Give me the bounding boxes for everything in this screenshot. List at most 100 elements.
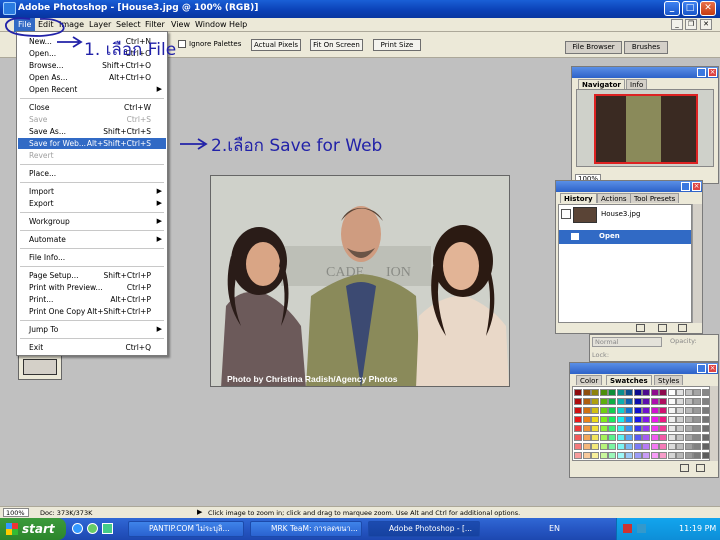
color-swatch[interactable] [693, 434, 701, 441]
color-swatch[interactable] [684, 398, 693, 405]
color-swatch[interactable] [616, 416, 625, 423]
color-swatch[interactable] [642, 452, 650, 459]
color-swatch[interactable] [684, 434, 693, 441]
color-swatch[interactable] [599, 389, 608, 396]
file-browser-tab[interactable]: File Browser [565, 41, 622, 54]
color-swatch[interactable] [582, 389, 591, 396]
menu-view[interactable]: View [171, 20, 190, 29]
color-swatch[interactable] [616, 389, 625, 396]
color-swatch[interactable] [574, 389, 582, 396]
palette-titlebar[interactable]: × [570, 363, 718, 374]
color-swatch[interactable] [625, 389, 633, 396]
color-swatch[interactable] [676, 434, 684, 441]
history-scrollbar[interactable] [692, 204, 702, 323]
color-swatch[interactable] [633, 425, 642, 432]
menu-item-exit[interactable]: Exit Ctrl+Q [18, 342, 166, 353]
task-mrk-team[interactable]: MRK TeaM: การลดขนา... [250, 521, 362, 537]
color-swatch[interactable] [608, 425, 616, 432]
tab-info[interactable]: Info [626, 79, 648, 89]
color-swatch[interactable] [625, 425, 633, 432]
color-swatch[interactable] [582, 452, 591, 459]
palette-close-button[interactable]: × [708, 364, 717, 373]
palette-titlebar[interactable]: × [572, 67, 718, 78]
color-swatch[interactable] [701, 398, 710, 405]
menu-item-workgroup[interactable]: Workgroup ▶ [18, 216, 166, 227]
tab-navigator[interactable]: Navigator [578, 79, 625, 89]
color-swatch[interactable] [650, 416, 659, 423]
color-swatch[interactable] [659, 407, 667, 414]
color-swatch[interactable] [650, 398, 659, 405]
color-swatch[interactable] [659, 443, 667, 450]
color-swatch[interactable] [574, 407, 582, 414]
color-swatch[interactable] [676, 425, 684, 432]
color-swatch[interactable] [616, 407, 625, 414]
blend-mode-select[interactable]: Normal [592, 337, 662, 347]
quicklaunch-desktop-icon[interactable] [102, 523, 113, 534]
color-swatch[interactable] [650, 425, 659, 432]
color-swatch[interactable] [667, 407, 676, 414]
color-swatch[interactable] [633, 443, 642, 450]
actual-pixels-button[interactable]: Actual Pixels [251, 39, 301, 51]
color-swatch[interactable] [616, 425, 625, 432]
menu-filter[interactable]: Filter [145, 20, 165, 29]
doc-minimize-button[interactable]: _ [671, 19, 683, 30]
color-swatch[interactable] [650, 434, 659, 441]
color-swatch[interactable] [582, 398, 591, 405]
color-swatch[interactable] [659, 398, 667, 405]
color-swatch[interactable] [642, 398, 650, 405]
minimize-button[interactable]: _ [664, 1, 680, 16]
color-swatch[interactable] [701, 407, 710, 414]
color-swatch[interactable] [659, 425, 667, 432]
color-swatch[interactable] [608, 398, 616, 405]
menu-item-open-recent[interactable]: Open Recent ▶ [18, 84, 166, 95]
color-swatch[interactable] [582, 416, 591, 423]
color-swatch[interactable] [625, 407, 633, 414]
color-swatch[interactable] [642, 425, 650, 432]
color-swatch[interactable] [676, 452, 684, 459]
color-swatch[interactable] [591, 434, 599, 441]
menu-item-import[interactable]: Import ▶ [18, 186, 166, 197]
color-swatch[interactable] [633, 389, 642, 396]
color-swatch[interactable] [667, 416, 676, 423]
color-swatch[interactable] [591, 389, 599, 396]
document-canvas[interactable]: CADE ION Photo by Christina Radish/Agenc… [210, 175, 510, 387]
color-swatch[interactable] [591, 452, 599, 459]
color-swatch[interactable] [701, 425, 710, 432]
brushes-tab[interactable]: Brushes [624, 41, 668, 54]
menu-item-print-with-preview[interactable]: Print with Preview... Ctrl+P [18, 282, 166, 293]
color-swatch[interactable] [599, 452, 608, 459]
tab-swatches[interactable]: Swatches [606, 375, 652, 385]
menu-item-jump-to[interactable]: Jump To ▶ [18, 324, 166, 335]
color-swatch[interactable] [659, 434, 667, 441]
color-swatch[interactable] [684, 407, 693, 414]
color-swatch[interactable] [642, 389, 650, 396]
menu-item-print[interactable]: Print... Alt+Ctrl+P [18, 294, 166, 305]
color-swatch[interactable] [701, 443, 710, 450]
color-swatch[interactable] [667, 443, 676, 450]
color-swatch[interactable] [599, 434, 608, 441]
task-photoshop[interactable]: Adobe Photoshop - [... [368, 521, 480, 537]
color-swatch[interactable] [684, 452, 693, 459]
language-indicator[interactable]: EN [549, 524, 560, 533]
color-swatch[interactable] [608, 416, 616, 423]
color-swatch[interactable] [574, 443, 582, 450]
menu-item-revert[interactable]: Revert [18, 150, 166, 161]
menu-item-save-for-web[interactable]: Save for Web... Alt+Shift+Ctrl+S [18, 138, 166, 149]
color-swatch[interactable] [659, 389, 667, 396]
color-swatch[interactable] [625, 416, 633, 423]
menu-item-page-setup[interactable]: Page Setup... Shift+Ctrl+P [18, 270, 166, 281]
color-swatch[interactable] [659, 452, 667, 459]
trash-icon[interactable] [696, 464, 705, 472]
color-swatch[interactable] [616, 398, 625, 405]
color-swatch[interactable] [701, 389, 710, 396]
color-swatch[interactable] [599, 398, 608, 405]
color-swatch[interactable] [599, 416, 608, 423]
palette-minimize-button[interactable] [681, 182, 690, 191]
navigator-thumbnail[interactable] [576, 89, 714, 167]
menu-item-export[interactable]: Export ▶ [18, 198, 166, 209]
color-swatch[interactable] [642, 434, 650, 441]
color-swatch[interactable] [650, 452, 659, 459]
color-swatch[interactable] [616, 443, 625, 450]
menu-item-save-as[interactable]: Save As... Shift+Ctrl+S [18, 126, 166, 137]
color-swatch[interactable] [608, 452, 616, 459]
